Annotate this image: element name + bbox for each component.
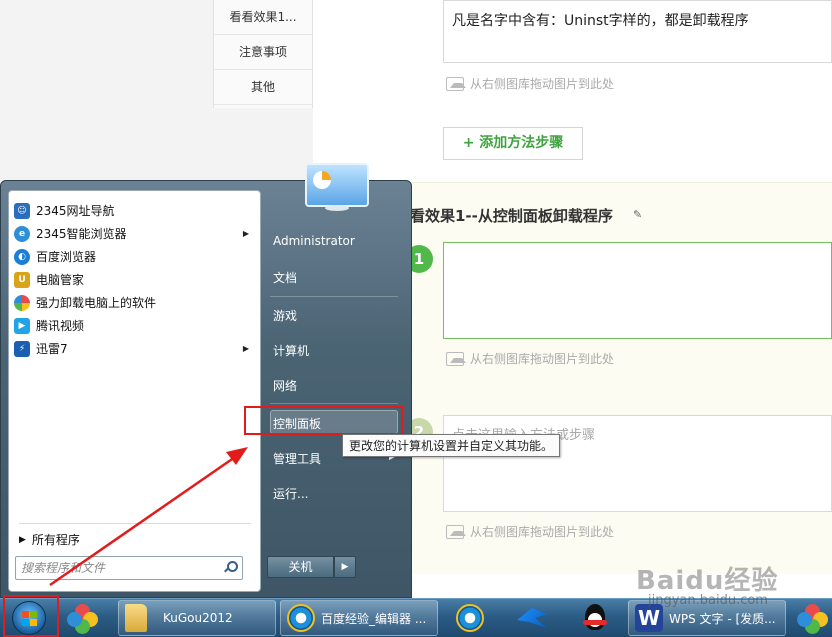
submenu-arrow-icon: ▶ xyxy=(242,344,249,353)
start-button-highlight xyxy=(3,595,59,637)
baidu-watermark-url: jingyan.baidu.com xyxy=(648,593,768,608)
image-icon xyxy=(446,524,466,539)
pie-chart-icon xyxy=(313,171,331,189)
nav-item-notes[interactable]: 注意事项 xyxy=(214,35,312,70)
clover-app-icon[interactable] xyxy=(66,602,100,634)
clover-app-icon[interactable] xyxy=(796,602,830,634)
shield-icon: U xyxy=(14,271,30,288)
image-drop-hint: 从右侧图库拖动图片到此处 xyxy=(446,75,614,92)
menu-documents[interactable]: 文档 xyxy=(273,269,297,286)
search-icon[interactable] xyxy=(224,561,238,573)
separator xyxy=(19,523,251,524)
start-menu-programs: ☺ 2345网址导航 e 2345智能浏览器 ▶ ◐ 百度浏览器 U 电脑管家 … xyxy=(8,190,261,592)
browser-icon: e xyxy=(14,225,30,242)
separator xyxy=(270,403,398,404)
section-title: 看效果1--从控制面板卸载程序 xyxy=(410,207,613,225)
image-drop-hint-2: 从右侧图库拖动图片到此处 xyxy=(446,523,614,540)
nav-item-other[interactable]: 其他 xyxy=(214,70,312,105)
folder-icon xyxy=(125,604,147,632)
step1-input-box[interactable] xyxy=(443,242,832,339)
control-panel-tooltip: 更改您的计算机设置并自定义其功能。 xyxy=(342,434,561,457)
image-drop-hint-text: 从右侧图库拖动图片到此处 xyxy=(470,525,615,539)
ie-icon xyxy=(287,604,315,632)
triangle-right-icon: ▶ xyxy=(19,534,26,545)
separator xyxy=(270,296,398,297)
clover-icon xyxy=(14,294,30,311)
thunder-icon: ⚡ xyxy=(14,340,30,357)
all-programs[interactable]: ▶ 所有程序 xyxy=(19,531,80,548)
shutdown-options-button[interactable]: ▶ xyxy=(334,556,356,578)
image-icon xyxy=(446,351,466,366)
wps-icon: W xyxy=(635,604,663,632)
menu-network[interactable]: 网络 xyxy=(273,377,297,394)
image-drop-hint-text: 从右侧图库拖动图片到此处 xyxy=(470,77,615,91)
pencil-icon[interactable]: ✎ xyxy=(633,208,645,221)
bird-app-icon[interactable] xyxy=(515,602,549,634)
submenu-arrow-icon: ▶ xyxy=(242,229,249,238)
program-tencent-video[interactable]: ▶ 腾讯视频 xyxy=(14,314,257,337)
menu-admin-tools[interactable]: 管理工具 xyxy=(273,450,321,467)
user-picture[interactable] xyxy=(305,163,369,211)
program-2345-browser[interactable]: e 2345智能浏览器 ▶ xyxy=(14,222,257,245)
program-2345-nav[interactable]: ☺ 2345网址导航 xyxy=(14,199,257,222)
play-icon: ▶ xyxy=(14,317,30,334)
control-panel-highlight xyxy=(244,406,403,435)
ie-browser-icon[interactable] xyxy=(453,602,487,634)
taskbar-baidu-editor[interactable]: 百度经验_编辑器 ... xyxy=(280,600,438,636)
menu-computer[interactable]: 计算机 xyxy=(273,342,309,359)
baidu-browser-icon: ◐ xyxy=(14,248,30,265)
image-icon xyxy=(446,76,466,91)
menu-run[interactable]: 运行... xyxy=(273,485,308,502)
qq-icon[interactable] xyxy=(578,602,612,634)
add-step-button[interactable]: + 添加方法步骤 xyxy=(443,127,583,160)
baidu-watermark: Baidu经验 xyxy=(636,566,779,596)
program-uninstaller[interactable]: 强力卸载电脑上的软件 xyxy=(14,291,257,314)
taskbar-kugou[interactable]: KuGou2012 xyxy=(118,600,276,636)
left-nav: 看看效果1... 注意事项 其他 xyxy=(213,0,313,108)
menu-games[interactable]: 游戏 xyxy=(273,307,297,324)
nav-item-effect[interactable]: 看看效果1... xyxy=(214,0,312,35)
program-baidu-browser[interactable]: ◐ 百度浏览器 xyxy=(14,245,257,268)
image-drop-hint-1: 从右侧图库拖动图片到此处 xyxy=(446,350,614,367)
shutdown-button[interactable]: 关机 xyxy=(267,556,334,578)
program-xunlei[interactable]: ⚡ 迅雷7 ▶ xyxy=(14,337,257,360)
image-drop-hint-text: 从右侧图库拖动图片到此处 xyxy=(470,352,615,366)
globe-icon: ☺ xyxy=(14,202,30,219)
search-input[interactable]: 搜索程序和文件 xyxy=(15,556,243,580)
program-pc-manager[interactable]: U 电脑管家 xyxy=(14,268,257,291)
step-text: 凡是名字中含有：Uninst字样的，都是卸载程序 xyxy=(452,13,749,29)
menu-user[interactable]: Administrator xyxy=(273,234,355,248)
